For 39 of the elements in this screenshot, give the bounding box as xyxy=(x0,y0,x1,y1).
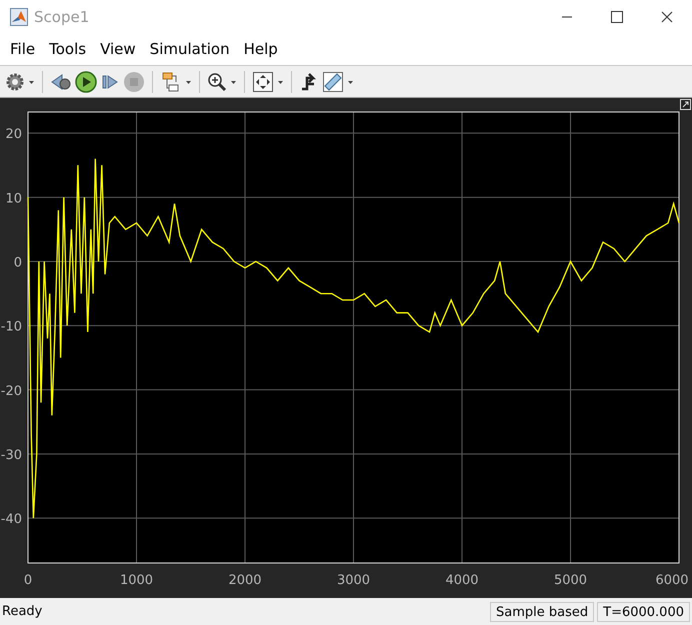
y-tick-label: -20 xyxy=(0,384,22,399)
step-back-icon[interactable] xyxy=(50,72,72,92)
menu-item[interactable]: Help xyxy=(236,36,285,62)
undock-icon[interactable] xyxy=(680,99,691,110)
y-tick-label: -30 xyxy=(0,448,22,463)
ruler-icon[interactable] xyxy=(322,70,344,92)
menu-item[interactable]: Simulation xyxy=(142,36,237,62)
x-tick-label: 5000 xyxy=(554,573,588,588)
settings-icon[interactable] xyxy=(5,72,25,92)
simulation-time-label: T=6000.000 xyxy=(597,602,690,622)
window-title: Scope1 xyxy=(34,8,90,26)
y-tick-label: 20 xyxy=(5,127,22,142)
y-tick-label: -40 xyxy=(0,512,22,528)
zoom-icon[interactable] xyxy=(207,72,227,92)
status-message: Ready xyxy=(2,604,44,619)
menu-item[interactable]: View xyxy=(93,36,143,62)
trigger-icon[interactable] xyxy=(299,72,319,92)
menu-item[interactable]: Tools xyxy=(42,36,94,62)
x-tick-label: 4000 xyxy=(445,573,479,588)
caret-icon[interactable] xyxy=(28,78,35,84)
fit-to-view-icon[interactable] xyxy=(252,70,274,92)
caret-icon[interactable] xyxy=(185,78,192,84)
menu-item[interactable]: File xyxy=(3,36,42,62)
x-tick-label: 6000 xyxy=(655,573,689,588)
caret-icon[interactable] xyxy=(230,78,237,84)
x-tick-label: 2000 xyxy=(228,573,262,588)
caret-icon[interactable] xyxy=(347,78,354,84)
app-logo-icon xyxy=(10,8,28,26)
caret-icon[interactable] xyxy=(277,78,284,84)
y-tick-label: 10 xyxy=(5,191,22,206)
x-tick-label: 1000 xyxy=(120,573,154,588)
maximize-icon[interactable] xyxy=(611,10,623,22)
y-tick-label: -10 xyxy=(0,320,22,335)
y-tick-label: 0 xyxy=(14,255,22,270)
x-tick-label: 0 xyxy=(24,573,32,588)
close-icon[interactable] xyxy=(661,10,673,22)
sampling-mode-label: Sample based xyxy=(490,602,594,622)
x-tick-label: 3000 xyxy=(336,573,370,588)
run-icon[interactable] xyxy=(75,70,97,92)
